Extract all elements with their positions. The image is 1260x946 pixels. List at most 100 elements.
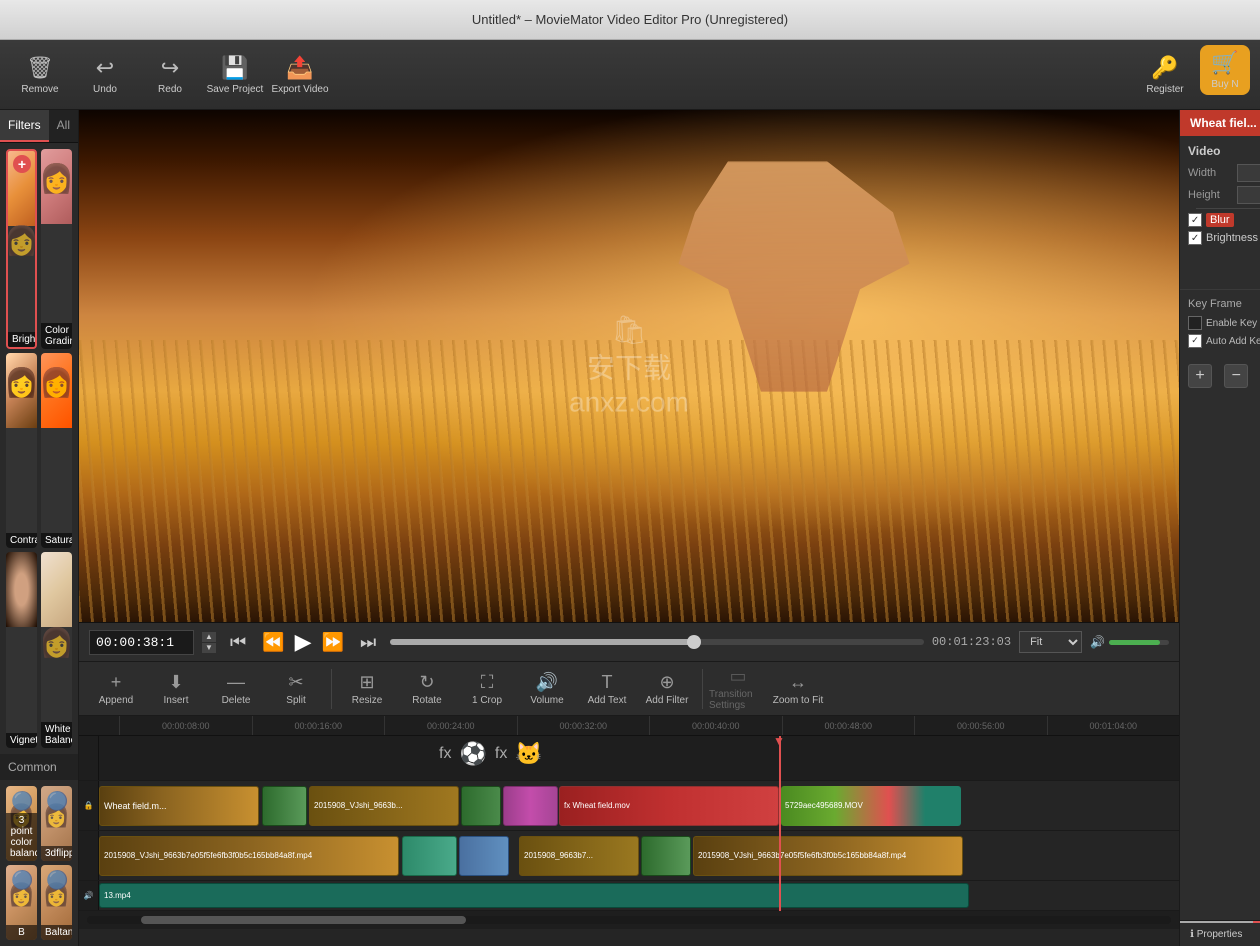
add-text-button[interactable]: T Add Text [578,664,636,714]
height-input[interactable] [1237,186,1260,204]
face-overlay-2: 👩 [41,149,72,208]
filter-item-brightness[interactable]: 👩 + Brightness [6,149,37,349]
clip-green-1[interactable] [262,786,307,826]
resize-label: Resize [352,695,383,706]
play-button[interactable]: ▶ [295,629,312,655]
face-overlay-4: 👩 [41,353,72,412]
clip-mountain[interactable] [459,836,509,876]
filter-thumb-contrast: 👩 [6,353,37,428]
tab-properties[interactable]: ℹ Properties [1180,921,1253,946]
resize-button[interactable]: ⊞ Resize [338,664,396,714]
blur-label: Blur [1206,213,1234,227]
skip-end-button[interactable]: ⏭ [354,630,382,655]
redo-button[interactable]: ↪ Redo [140,45,200,105]
transition-settings-button[interactable]: ▭ Transition Settings [709,664,767,714]
clip-audio[interactable]: 13.mp4 [99,883,969,908]
playback-buttons: ⏮ ⏪ ▶ ⏩ ⏭ [224,629,382,655]
skip-start-button[interactable]: ⏮ [224,630,252,655]
blur-checkbox[interactable] [1188,213,1202,227]
filter-item-3dflippe[interactable]: 👩🔵 3dflippe [41,786,72,861]
clip-green-3[interactable] [641,836,691,876]
filter-item-baltan[interactable]: 👩🔵 Baltan [41,865,72,940]
rewind-button[interactable]: ⏪ [256,630,290,655]
delete-button[interactable]: — Delete [207,664,265,714]
clip-tulips[interactable]: 5729aec495689.MOV [781,786,961,826]
audio-track-content: 13.mp4 [99,881,1179,910]
duration-display: 00:01:23:03 [932,635,1011,649]
ruler-mark-6: 00:00:48:00 [782,716,915,735]
volume-bar[interactable] [1109,640,1169,645]
filter-item-b[interactable]: 👩🔵 B [6,865,37,940]
clip-2015-3[interactable]: 2015908_9663b7... [519,836,639,876]
register-button[interactable]: 🔑 Register [1135,45,1195,105]
delete-icon: — [227,672,245,693]
volume-button[interactable]: 🔊 Volume [518,664,576,714]
clip-green-2[interactable] [461,786,501,826]
filter-item-3point[interactable]: 👩🔵 3 point color balance [6,786,37,861]
clip-2015-4[interactable]: 2015908_VJshi_9663b7e05f5fe6fb3f0b5c165b… [693,836,963,876]
ruler-mark-1: 00:00:08:00 [119,716,252,735]
add-text-icon: T [602,672,613,693]
add-keyframe-button[interactable]: + [1188,364,1212,388]
filter-label-colorgrading: Color Grading [41,323,72,349]
scrollbar-track[interactable] [87,916,1171,924]
resize-icon: ⊞ [359,672,374,693]
divider-1 [1196,208,1260,209]
timeline[interactable]: 00:00:08:00 00:00:16:00 00:00:24:00 00:0… [79,716,1179,946]
enable-keyframe-checkbox[interactable] [1188,316,1202,330]
redo-icon: ↪ [161,55,179,81]
tab-filter[interactable]: fx Filter [1253,921,1260,946]
clip-wheat-selected[interactable]: fx Wheat field.mov [559,786,779,826]
scrubber-handle[interactable] [687,635,701,649]
export-button[interactable]: 📤 Export Video [270,45,330,105]
clip-colorful-2[interactable] [402,836,457,876]
clip-2015908-1[interactable]: 2015908_VJshi_9663b... [309,786,459,826]
split-button[interactable]: ✂ Split [267,664,325,714]
clip-wheat-selected-label: fx Wheat field.mov [564,801,630,810]
timecode-input[interactable] [89,630,194,655]
filter-item-whitebalance[interactable]: 👩 White Balance [41,552,72,748]
append-button[interactable]: + Append [87,664,145,714]
save-button[interactable]: 💾 Save Project [205,45,265,105]
append-label: Append [99,695,133,706]
undo-button[interactable]: ↩ Undo [75,45,135,105]
split-icon: ✂ [288,672,303,693]
time-down-button[interactable]: ▼ [202,643,216,653]
zoom-to-fit-button[interactable]: ↔ Zoom to Fit [769,664,827,714]
keyframe-nav: + − ◀ ▶ [1180,360,1260,392]
brightness-checkbox[interactable] [1188,231,1202,245]
register-icon: 🔑 [1151,55,1178,81]
remove-button[interactable]: 🗑 Remove [10,45,70,105]
buy-button[interactable]: 🛒 Buy N [1200,45,1250,95]
clip-2015-2[interactable]: 2015908_VJshi_9663b7e05f5fe6fb3f0b5c165b… [99,836,399,876]
clip-wheat-1[interactable]: Wheat field.m... [99,786,259,826]
fast-forward-button[interactable]: ⏩ [316,630,350,655]
crop-button[interactable]: ⛶ 1 Crop [458,664,516,714]
center-panel: 🛍安下载anxz.com ▲ ▼ ⏮ ⏪ ▶ ⏩ ⏭ 00:01:23:03 [79,110,1179,946]
tab-filters[interactable]: Filters [0,110,49,142]
insert-icon: ⬇ [168,672,183,693]
video-track-1-row: 🔒 Wheat field.m... 2015908_VJshi_9663b..… [79,781,1179,831]
brightness-row: Brightness [1188,231,1260,245]
scrollbar-thumb[interactable] [141,916,466,924]
rotate-button[interactable]: ↻ Rotate [398,664,456,714]
remove-keyframe-button[interactable]: − [1224,364,1248,388]
time-up-button[interactable]: ▲ [202,632,216,642]
auto-keyframe-checkbox[interactable] [1188,334,1202,348]
filter-item-colorgrading[interactable]: 👩 Color Grading [41,149,72,349]
filter-item-contrast[interactable]: 👩 Contrast [6,353,37,549]
insert-button[interactable]: ⬇ Insert [147,664,205,714]
ruler-mark-3: 00:00:24:00 [384,716,517,735]
keyframe-section: Key Frame Enable Key Frames Auto Add Key… [1180,289,1260,360]
fit-select[interactable]: Fit 100% 50% [1019,631,1082,653]
filter-item-vignette[interactable]: Vignette [6,552,37,748]
tab-all[interactable]: All [49,110,78,142]
clip-colorful-1[interactable] [503,786,558,826]
timeline-scrubber[interactable] [390,639,924,645]
buy-label: Buy N [1211,79,1238,90]
filter-label-contrast: Contrast [6,533,37,548]
width-input[interactable] [1237,164,1260,182]
add-filter-button[interactable]: ⊕ Add Filter [638,664,696,714]
add-filter-icon: ⊕ [659,672,674,693]
filter-item-saturation[interactable]: 👩 Saturation [41,353,72,549]
